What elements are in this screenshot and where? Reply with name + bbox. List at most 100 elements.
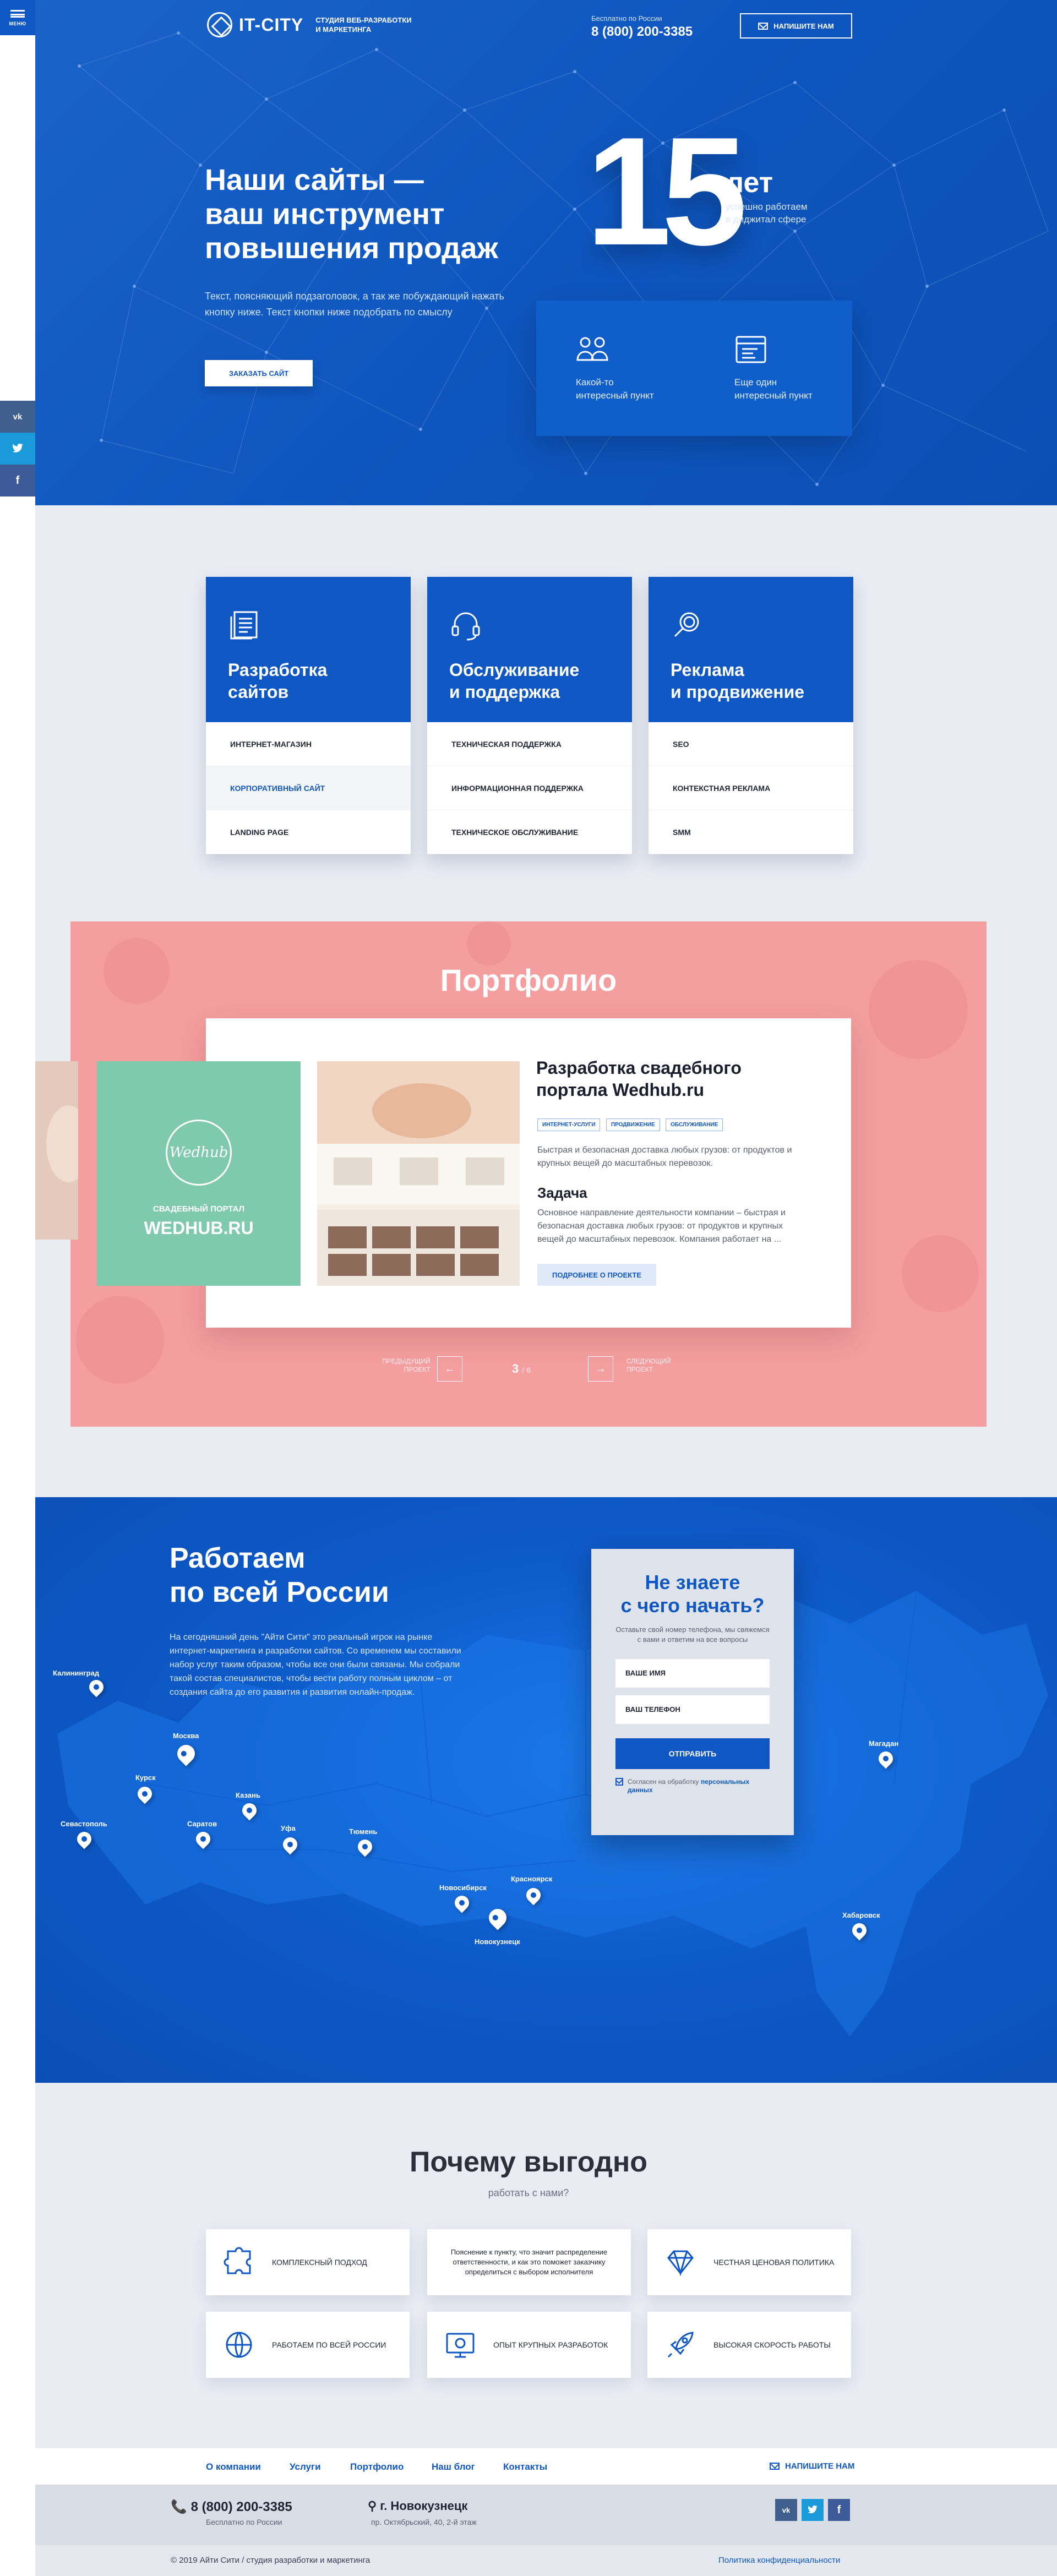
- next-project-label: СЛЕДУЮЩИЙ ПРОЕКТ: [626, 1357, 671, 1373]
- benefit-card: РАБОТАЕМ ПО ВСЕЙ РОССИИ: [206, 2312, 410, 2378]
- callback-form: Не знаете с чего начать? Оставьте свой но…: [591, 1549, 794, 1835]
- city-label: Москва: [173, 1732, 199, 1740]
- benefit-card: ВЫСОКАЯ СКОРОСТЬ РАБОТЫ: [647, 2312, 851, 2378]
- why-subtitle: работать с нами?: [488, 2187, 569, 2198]
- task-heading: Задача: [537, 1185, 587, 1201]
- service-title: Разработка сайтов: [228, 660, 328, 702]
- left-rail: МЕНЮ vk f: [0, 0, 35, 2576]
- map-title: Работаем по всей России: [170, 1542, 389, 1608]
- consent-checkbox[interactable]: Согласен на обработку персональных данны…: [615, 1778, 770, 1794]
- city-label: Калининград: [53, 1669, 100, 1677]
- project-details-button[interactable]: ПОДРОБНЕЕ О ПРОЕКТЕ: [537, 1264, 656, 1286]
- facebook-icon[interactable]: f: [828, 2499, 850, 2521]
- service-link[interactable]: ИНТЕРНЕТ-МАГАЗИН: [206, 722, 411, 766]
- logo-tagline: СТУДИЯ ВЕБ-РАЗРАБОТКИ И МАРКЕТИНГА: [315, 16, 412, 34]
- portfolio-heading: Портфолио: [440, 963, 617, 997]
- consent-text: Согласен на обработку персональных данны…: [628, 1778, 750, 1794]
- send-button[interactable]: ОТПРАВИТЬ: [615, 1738, 770, 1769]
- logo[interactable]: IT-CITY СТУДИЯ ВЕБ-РАЗРАБОТКИ И МАРКЕТИНГ…: [207, 12, 412, 37]
- services-section: Разработка сайтов ИНТЕРНЕТ-МАГАЗИН КОРПОР…: [206, 577, 886, 854]
- service-link[interactable]: КОРПОРАТИВНЫЙ САЙТ: [206, 766, 411, 810]
- prev-project-button[interactable]: ←: [437, 1356, 462, 1382]
- benefit-card: ОПЫТ КРУПНЫХ РАЗРАБОТОК: [427, 2312, 631, 2378]
- footer-link-about[interactable]: О компании: [206, 2462, 261, 2473]
- copyright: © 2019 Айти Сити / студия разработки и м…: [171, 2556, 371, 2565]
- city-label: Новосибирск: [439, 1884, 487, 1892]
- magnifier-icon: [674, 612, 699, 637]
- service-link[interactable]: ИНФОРМАЦИОННАЯ ПОДДЕРЖКА: [427, 766, 632, 810]
- rocket-icon: [667, 2332, 694, 2358]
- service-link[interactable]: КОНТЕКСТНАЯ РЕКЛАМА: [649, 766, 853, 810]
- service-card-marketing: Реклама и продвижение SEO КОНТЕКСТНАЯ РЕК…: [649, 577, 853, 854]
- order-site-button[interactable]: ЗАКАЗАТЬ САЙТ: [205, 360, 313, 386]
- diamond-icon: [667, 2250, 694, 2277]
- footer-link-services[interactable]: Услуги: [290, 2462, 321, 2473]
- project-screenshot: [317, 1061, 520, 1286]
- city-label: Курск: [135, 1773, 156, 1782]
- menu-button[interactable]: МЕНЮ: [0, 0, 35, 35]
- footer-link-portfolio[interactable]: Портфолио: [350, 2462, 404, 2473]
- service-link[interactable]: ТЕХНИЧЕСКОЕ ОБСЛУЖИВАНИЕ: [427, 810, 632, 854]
- pagination-counter: 3 / 6: [512, 1362, 531, 1376]
- benefit-text: ЧЕСТНАЯ ЦЕНОВАЯ ПОЛИТИКА: [713, 2258, 835, 2267]
- twitter-icon[interactable]: [802, 2499, 824, 2521]
- globe-icon: [226, 2332, 252, 2358]
- header-phone-note: Бесплатно по России: [591, 14, 662, 23]
- portrait-image: [35, 1061, 78, 1240]
- why-title: Почему выгодно: [409, 2146, 648, 2178]
- thumb-title: WEDHUB.RU: [144, 1218, 254, 1238]
- service-link[interactable]: LANDING PAGE: [206, 810, 411, 854]
- logo-name: IT-CITY: [239, 14, 304, 35]
- users-icon: [576, 337, 608, 361]
- project-tag[interactable]: ОБСЛУЖИВАНИЕ: [666, 1118, 723, 1131]
- footer-city: ⚲ г. Новокузнецк: [368, 2499, 468, 2513]
- footer-link-blog[interactable]: Наш блог: [432, 2462, 475, 2473]
- vk-icon[interactable]: vk: [775, 2499, 797, 2521]
- service-card-development: Разработка сайтов ИНТЕРНЕТ-МАГАЗИН КОРПОР…: [206, 577, 411, 854]
- checkbox-check-icon[interactable]: [615, 1778, 623, 1786]
- vk-icon[interactable]: vk: [0, 401, 35, 433]
- hero-subtitle: Текст, поясняющий подзаголовок, а так же…: [205, 291, 504, 318]
- project-tags: ИНТЕРНЕТ-УСЛУГИ ПРОДВИЖЕНИЕ ОБСЛУЖИВАНИЕ: [537, 1118, 726, 1131]
- write-us-button[interactable]: НАПИШИТЕ НАМ: [740, 13, 852, 39]
- wedhub-logo: Wedhub: [166, 1120, 232, 1186]
- page: МЕНЮ vk f IT-CITY СТУДИЯ ВЕБ-РАЗРАБОТКИ И…: [0, 0, 1057, 2576]
- benefit-text: ВЫСОКАЯ СКОРОСТЬ РАБОТЫ: [713, 2340, 831, 2349]
- feature-item: Еще один интересный пункт: [734, 335, 844, 402]
- city-label: Севастополь: [61, 1820, 107, 1828]
- facebook-icon[interactable]: f: [0, 465, 35, 496]
- service-link[interactable]: SMM: [649, 810, 853, 854]
- puzzle-icon: [224, 2247, 251, 2274]
- task-text: Основное направление деятельности компан…: [537, 1208, 786, 1244]
- footer-phone-note: Бесплатно по России: [206, 2518, 282, 2526]
- header-phone-number[interactable]: 8 (800) 200-3385: [591, 24, 693, 40]
- name-input[interactable]: ВАШЕ ИМЯ: [615, 1659, 770, 1688]
- project-tag[interactable]: ПРОДВИЖЕНИЕ: [606, 1118, 660, 1131]
- phone-input[interactable]: ВАШ ТЕЛЕФОН: [615, 1695, 770, 1724]
- menu-label: МЕНЮ: [9, 21, 26, 26]
- logo-mark-icon: [207, 12, 232, 37]
- footer-info: [35, 2485, 1057, 2545]
- city-label: Новокузнецк: [475, 1938, 520, 1946]
- project-tag[interactable]: ИНТЕРНЕТ-УСЛУГИ: [537, 1118, 601, 1131]
- portfolio-thumbnail[interactable]: Wedhub СВАДЕБНЫЙ ПОРТАЛ WEDHUB.RU: [97, 1061, 301, 1286]
- privacy-policy-link[interactable]: Политика конфиденциальности: [718, 2556, 840, 2565]
- next-project-button[interactable]: →: [588, 1356, 613, 1382]
- service-link[interactable]: ТЕХНИЧЕСКАЯ ПОДДЕРЖКА: [427, 722, 632, 766]
- footer-phone[interactable]: 📞 8 (800) 200-3385: [171, 2499, 292, 2515]
- service-title: Реклама и продвижение: [671, 660, 805, 702]
- service-link[interactable]: SEO: [649, 722, 853, 766]
- mail-icon: [758, 22, 769, 30]
- city-label: Магадан: [869, 1739, 899, 1748]
- project-description: Быстрая и безопасная доставка любых груз…: [537, 1145, 792, 1168]
- service-card-header: Разработка сайтов: [206, 577, 411, 722]
- browser-icon: [735, 336, 766, 363]
- form-title: Не знаете с чего начать?: [620, 1571, 765, 1617]
- portfolio-prev-preview[interactable]: [35, 1061, 78, 1240]
- twitter-icon[interactable]: [0, 433, 35, 465]
- years-number: 15: [586, 106, 747, 277]
- footer-link-contacts[interactable]: Контакты: [503, 2462, 547, 2473]
- city-label: Хабаровск: [842, 1911, 880, 1919]
- project-title: Разработка свадебного портала Wedhub.ru: [536, 1058, 742, 1100]
- footer-write-button[interactable]: НАПИШИТЕ НАМ: [770, 2462, 854, 2471]
